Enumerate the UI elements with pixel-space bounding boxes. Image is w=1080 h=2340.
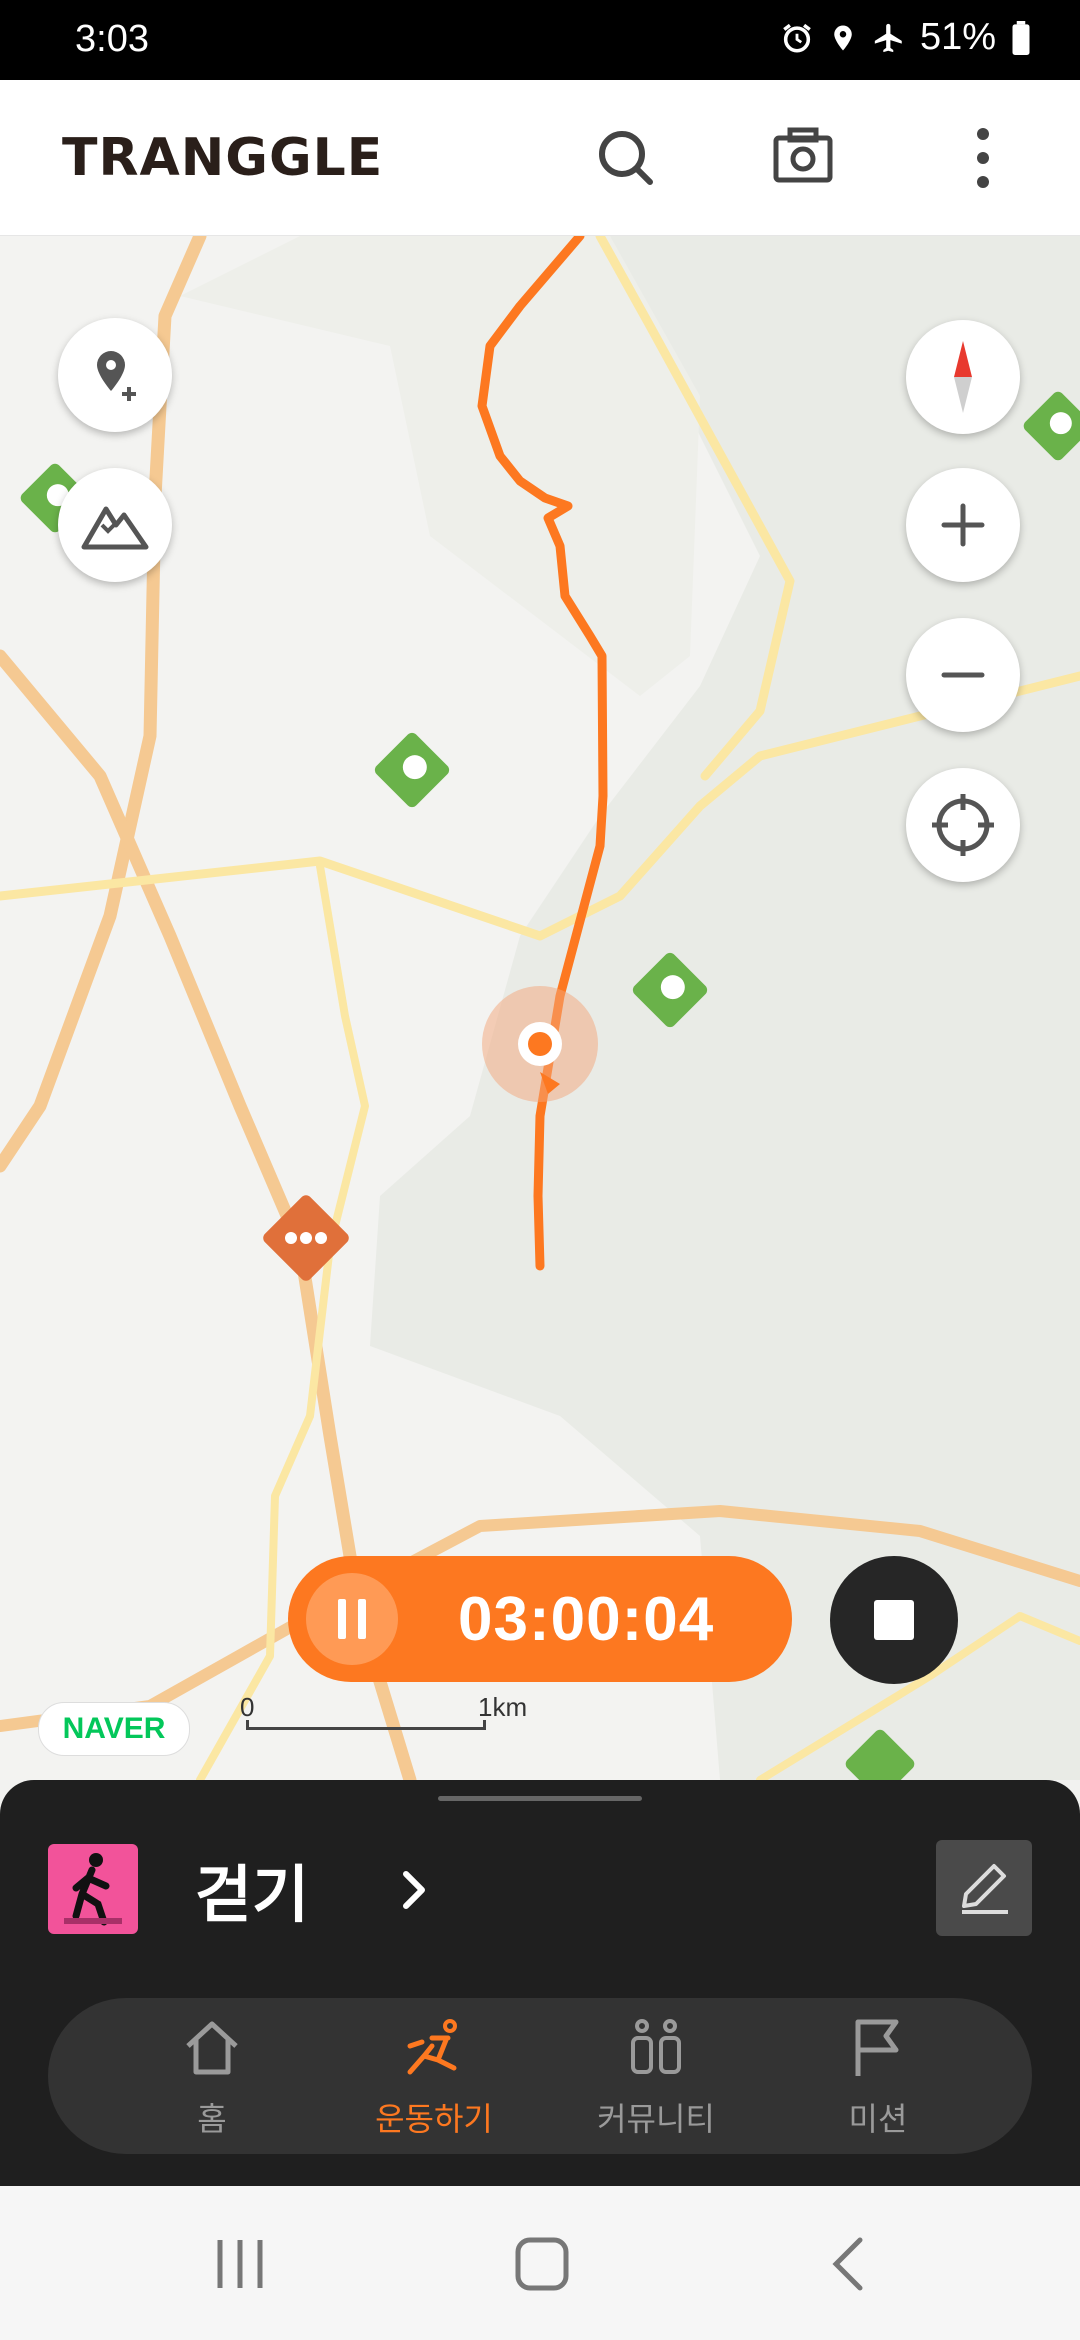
app-bar: TRANGGLE — [0, 80, 1080, 236]
nav-home[interactable]: 홈 — [122, 2016, 302, 2137]
nav-community-label: 커뮤니티 — [597, 2101, 715, 2137]
add-location-button[interactable] — [58, 318, 172, 432]
camera-button[interactable] — [768, 120, 838, 195]
airplane-icon — [874, 23, 902, 52]
bottom-nav: 홈 운동하기 커뮤니티 미션 — [48, 1998, 1032, 2154]
map-scale: 0 1km — [240, 1692, 527, 1738]
park-area — [180, 236, 700, 696]
map-view[interactable]: 0 1km — [0, 236, 1080, 1780]
nav-home-label: 홈 — [197, 2101, 227, 2137]
exercise-icon — [407, 2019, 457, 2075]
zoom-out-icon — [941, 672, 985, 678]
my-location-button[interactable] — [906, 768, 1020, 882]
recents-icon — [217, 2240, 263, 2288]
nav-exercise-label: 운동하기 — [375, 2101, 493, 2137]
nav-community[interactable]: 커뮤니티 — [566, 2016, 746, 2137]
system-nav-bar — [0, 2186, 1080, 2340]
zoom-in-button[interactable] — [906, 468, 1020, 582]
app-logo[interactable]: TRANGGLE — [62, 128, 383, 188]
more-button[interactable] — [948, 120, 1018, 195]
workout-timer: 03:00:04 — [288, 1556, 792, 1682]
timer-display: 03:00:04 — [458, 1585, 715, 1654]
park-marker — [374, 732, 450, 808]
battery-icon — [1012, 20, 1030, 55]
naver-logo: NAVER — [38, 1702, 190, 1756]
zoom-out-button[interactable] — [906, 618, 1020, 732]
back-icon — [832, 2237, 863, 2291]
back-button[interactable] — [822, 2236, 878, 2297]
scale-end: 1km — [478, 1692, 528, 1722]
community-icon — [631, 2019, 681, 2074]
home-icon — [186, 2021, 238, 2075]
home-square-icon — [515, 2237, 569, 2291]
more-vert-icon — [977, 128, 989, 188]
status-bar: 3:03 51% — [0, 0, 1080, 80]
nav-mission[interactable]: 미션 — [788, 2016, 968, 2137]
bottom-sheet: 걷기 홈 운동하기 커뮤니티 미션 — [0, 1780, 1080, 2186]
activity-chevron[interactable] — [396, 1860, 436, 1920]
zoom-in-icon — [941, 503, 985, 547]
home-system-button[interactable] — [514, 2236, 570, 2297]
search-button[interactable] — [590, 120, 660, 195]
mountain-icon — [81, 506, 149, 550]
recents-button[interactable] — [210, 2236, 270, 2297]
camera-icon — [773, 127, 833, 183]
search-icon — [599, 131, 653, 185]
compass-icon — [954, 341, 972, 413]
location-icon — [834, 25, 852, 50]
nav-exercise[interactable]: 운동하기 — [344, 2016, 524, 2137]
status-icons: 51% — [780, 16, 1032, 59]
stop-icon — [874, 1600, 914, 1640]
map-canvas[interactable] — [0, 236, 1080, 1780]
alarm-icon — [783, 23, 811, 53]
nav-mission-label: 미션 — [848, 2101, 908, 2137]
scale-start: 0 — [240, 1692, 255, 1722]
add-location-icon — [97, 351, 136, 401]
edit-icon — [962, 1864, 1008, 1914]
pause-button[interactable] — [306, 1573, 398, 1665]
status-time: 3:03 — [75, 18, 149, 60]
battery-percent: 51% — [919, 16, 996, 58]
sheet-handle[interactable] — [438, 1796, 642, 1801]
my-location-icon — [932, 794, 994, 856]
walking-icon — [48, 1844, 138, 1934]
chevron-right-icon — [403, 1871, 425, 1909]
activity-name[interactable]: 걷기 — [195, 1844, 309, 1934]
pause-icon — [338, 1599, 366, 1639]
mountain-button[interactable] — [58, 468, 172, 582]
flag-icon — [855, 2019, 899, 2076]
stop-button[interactable] — [830, 1556, 958, 1684]
edit-button[interactable] — [936, 1840, 1032, 1936]
compass-button[interactable] — [906, 320, 1020, 434]
